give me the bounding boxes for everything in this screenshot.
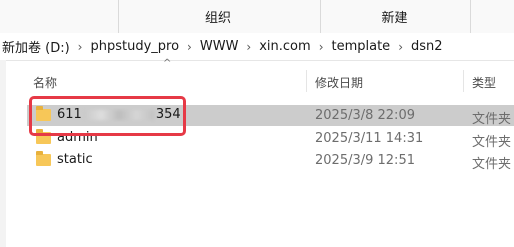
file-name: static xyxy=(57,152,93,167)
breadcrumb-dsn2[interactable]: dsn2 xyxy=(409,39,445,54)
breadcrumb-phpstudy[interactable]: phpstudy_pro xyxy=(88,39,181,54)
breadcrumb-drive[interactable]: 新加卷 (D:) xyxy=(0,37,72,56)
breadcrumb-separator-icon[interactable]: › xyxy=(181,40,198,54)
folder-icon xyxy=(36,151,51,166)
breadcrumb-separator-icon[interactable]: › xyxy=(313,40,330,54)
breadcrumb-separator-icon[interactable]: › xyxy=(240,40,257,54)
new-label: 新建 xyxy=(381,11,408,26)
breadcrumb-www[interactable]: WWW xyxy=(198,39,241,54)
column-divider[interactable] xyxy=(463,70,464,92)
file-row[interactable]: static 2025/3/9 12:51 文件夹 xyxy=(27,150,514,172)
ribbon-group-new[interactable]: 新建 xyxy=(321,0,468,33)
file-date: 2025/3/9 12:51 xyxy=(315,153,415,168)
breadcrumb-template[interactable]: template xyxy=(330,39,393,54)
breadcrumb-separator-icon[interactable]: › xyxy=(392,40,409,54)
column-header-date[interactable]: 修改日期 xyxy=(315,74,363,91)
file-date: 2025/3/8 22:09 xyxy=(315,108,415,123)
column-header-row: 名称 修改日期 类型 xyxy=(0,68,514,94)
ribbon: 组织 新建 xyxy=(0,0,514,33)
breadcrumb-xin[interactable]: xin.com xyxy=(257,39,312,54)
column-header-name[interactable]: 名称 xyxy=(33,74,57,91)
organize-label: 组织 xyxy=(204,11,231,26)
file-type: 文件夹 xyxy=(472,135,512,150)
file-date: 2025/3/11 14:31 xyxy=(315,131,424,146)
ribbon-divider xyxy=(470,0,471,33)
column-header-type[interactable]: 类型 xyxy=(472,74,496,91)
address-bar[interactable]: 新加卷 (D:) › phpstudy_pro › WWW › xin.com … xyxy=(0,33,514,61)
breadcrumb-separator-icon[interactable]: › xyxy=(72,40,89,54)
ribbon-group-organize[interactable]: 组织 xyxy=(118,0,318,33)
column-divider[interactable] xyxy=(306,70,307,92)
file-type: 文件夹 xyxy=(472,112,512,127)
file-type: 文件夹 xyxy=(472,157,512,172)
highlight-annotation xyxy=(29,96,186,136)
